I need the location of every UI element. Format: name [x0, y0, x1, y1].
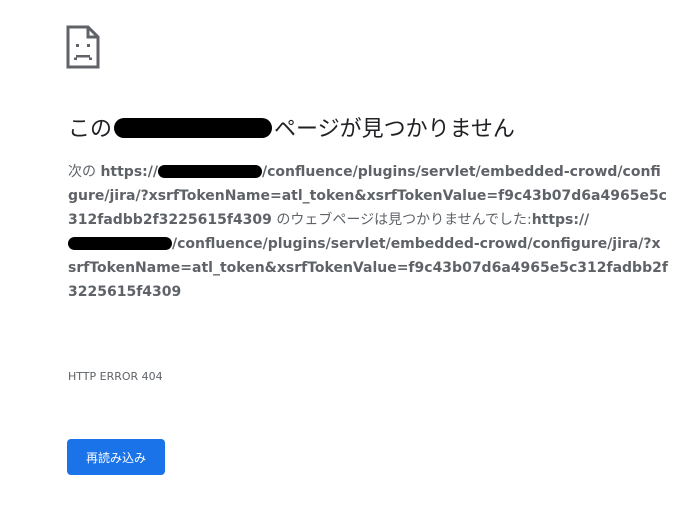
url-scheme: https://: [100, 164, 158, 180]
sad-page-icon: [66, 25, 100, 69]
title-suffix: ページが見つかりません: [274, 117, 515, 142]
url-scheme-2: https://: [531, 212, 590, 228]
error-page: この ページが見つかりません 次の https:///confluence/plu…: [0, 0, 690, 515]
title-prefix: この: [68, 117, 113, 142]
redacted-url-host: [157, 164, 262, 178]
redacted-host: [114, 118, 273, 138]
reload-button[interactable]: 再読み込み: [67, 439, 165, 475]
error-description: 次の https:///confluence/plugins/servlet/e…: [68, 160, 668, 304]
error-code: HTTP ERROR 404: [68, 370, 163, 383]
description-prefix: 次の: [68, 164, 96, 180]
page-title: この ページが見つかりません: [68, 116, 515, 144]
redacted-url-host-2: [68, 236, 172, 250]
description-middle: のウェブページは見つかりませんでした:: [271, 212, 532, 228]
